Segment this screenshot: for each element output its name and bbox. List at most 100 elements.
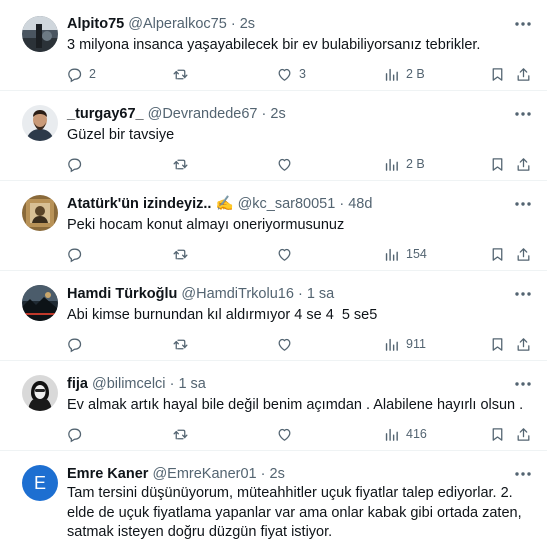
like-button[interactable]: 3 [276,63,306,85]
share-upload-icon [517,157,530,171]
bookmark-button[interactable] [489,423,506,445]
bookmark-button[interactable] [489,153,506,175]
share-button[interactable] [515,63,532,85]
display-name[interactable]: fija [67,376,88,392]
tweet-header: Hamdi Türkoğlu @HamdiTrkolu16 · 1 sa [67,285,334,303]
reply-tweet[interactable]: fija @bilimcelci · 1 sa Ev almak artık h… [0,361,547,451]
reply-button[interactable] [66,243,89,265]
display-name[interactable]: Emre Kaner [67,466,148,482]
action-bar: 154 [60,243,537,265]
timestamp[interactable]: 1 sa [307,286,334,302]
views-bar-chart-icon [385,158,398,171]
user-handle[interactable]: @kc_sar80051 [238,196,336,212]
action-bar: 911 [60,333,537,355]
bookmark-button[interactable] [489,243,506,265]
timestamp[interactable]: 2s [240,16,255,32]
bookmark-button[interactable] [489,63,506,85]
reply-button[interactable] [66,153,89,175]
avatar[interactable] [22,285,58,321]
retweet-button[interactable] [172,333,195,355]
reply-tweet[interactable]: E Emre Kaner @EmreKaner01 · 2s Tam tersi… [0,451,547,553]
reply-button[interactable] [66,423,89,445]
user-handle[interactable]: @EmreKaner01 [152,466,256,482]
like-button[interactable] [276,243,299,265]
display-name[interactable]: _turgay67_ [67,106,144,122]
views-button[interactable]: 416 [383,423,427,445]
user-handle[interactable]: @Alperalkoc75 [128,16,227,32]
reply-bubble-icon [68,68,82,82]
timestamp[interactable]: 2s [270,466,285,482]
reply-tweet[interactable]: Alpito75 @Alperalkoc75 · 2s 3 milyona in… [0,0,547,91]
retweet-button[interactable] [172,63,195,85]
reply-button[interactable]: 2 [66,63,96,85]
display-name[interactable]: Alpito75 [67,16,124,32]
like-button[interactable] [276,153,299,175]
views-button[interactable]: 911 [383,333,426,355]
share-button[interactable] [515,153,532,175]
like-count: 3 [299,67,306,81]
tweet-text: Güzel bir tavsiye [67,127,175,143]
retweet-icon [173,69,188,79]
reply-bubble-icon [68,248,82,262]
views-bar-chart-icon [385,248,398,261]
share-button[interactable] [515,333,532,355]
avatar[interactable] [22,105,58,141]
views-button[interactable]: 2 B [383,153,425,175]
more-horizontal-icon[interactable] [513,195,533,213]
views-count: 2 B [406,157,425,171]
avatar[interactable] [22,375,58,411]
more-horizontal-icon[interactable] [513,375,533,393]
display-name[interactable]: Hamdi Türkoğlu [67,286,177,302]
user-handle[interactable]: @HamdiTrkolu16 [181,286,294,302]
timestamp[interactable]: 48d [348,196,372,212]
more-horizontal-icon[interactable] [513,285,533,303]
retweet-button[interactable] [172,423,195,445]
views-count: 154 [406,247,427,261]
separator-dot: · [230,16,236,32]
tweet-text: Tam tersini düşünüyorum, müteahhitler uç… [67,485,522,540]
tweet-text: Ev almak artık hayal bile değil benim aç… [67,397,524,413]
avatar[interactable]: E [22,465,58,501]
more-horizontal-icon[interactable] [513,465,533,483]
bookmark-icon [492,247,503,261]
retweet-icon [173,249,188,259]
views-bar-chart-icon [385,428,398,441]
timestamp[interactable]: 1 sa [178,376,205,392]
reply-bubble-icon [68,158,82,172]
share-button[interactable] [515,423,532,445]
heart-icon [278,68,291,81]
views-bar-chart-icon [385,338,398,351]
views-button[interactable]: 2 B [383,63,425,85]
avatar[interactable] [22,195,58,231]
avatar[interactable] [22,16,58,52]
more-horizontal-icon[interactable] [513,105,533,123]
heart-icon [278,158,291,171]
views-button[interactable]: 154 [383,243,427,265]
views-bar-chart-icon [385,68,398,81]
retweet-button[interactable] [172,153,195,175]
like-button[interactable] [276,423,299,445]
reply-tweet[interactable]: _turgay67_ @Devrandede67 · 2s Güzel bir … [0,91,547,181]
bookmark-icon [492,67,503,81]
reply-tweet[interactable]: Atatürk'ün izindeyiz.. ✍ @kc_sar80051 · … [0,181,547,271]
tweet-header: Atatürk'ün izindeyiz.. ✍ @kc_sar80051 · … [67,195,372,213]
separator-dot: · [297,286,303,302]
more-horizontal-icon[interactable] [513,15,533,33]
retweet-button[interactable] [172,243,195,265]
tweet-text: 3 milyona insanca yaşayabilecek bir ev b… [67,37,481,53]
share-upload-icon [517,427,530,441]
bookmark-button[interactable] [489,333,506,355]
retweet-icon [173,429,188,439]
user-handle[interactable]: @bilimcelci [92,376,166,392]
like-button[interactable] [276,333,299,355]
share-button[interactable] [515,243,532,265]
tweet-text: Peki hocam konut almayı oneriyormusunuz [67,217,345,233]
reply-bubble-icon [68,428,82,442]
user-handle[interactable]: @Devrandede67 [148,106,258,122]
display-name[interactable]: Atatürk'ün izindeyiz.. [67,196,211,212]
action-bar: 2 B [60,153,537,175]
timestamp[interactable]: 2s [270,106,285,122]
reply-button[interactable] [66,333,89,355]
reply-bubble-icon [68,338,82,352]
reply-tweet[interactable]: Hamdi Türkoğlu @HamdiTrkolu16 · 1 sa Abi… [0,271,547,361]
